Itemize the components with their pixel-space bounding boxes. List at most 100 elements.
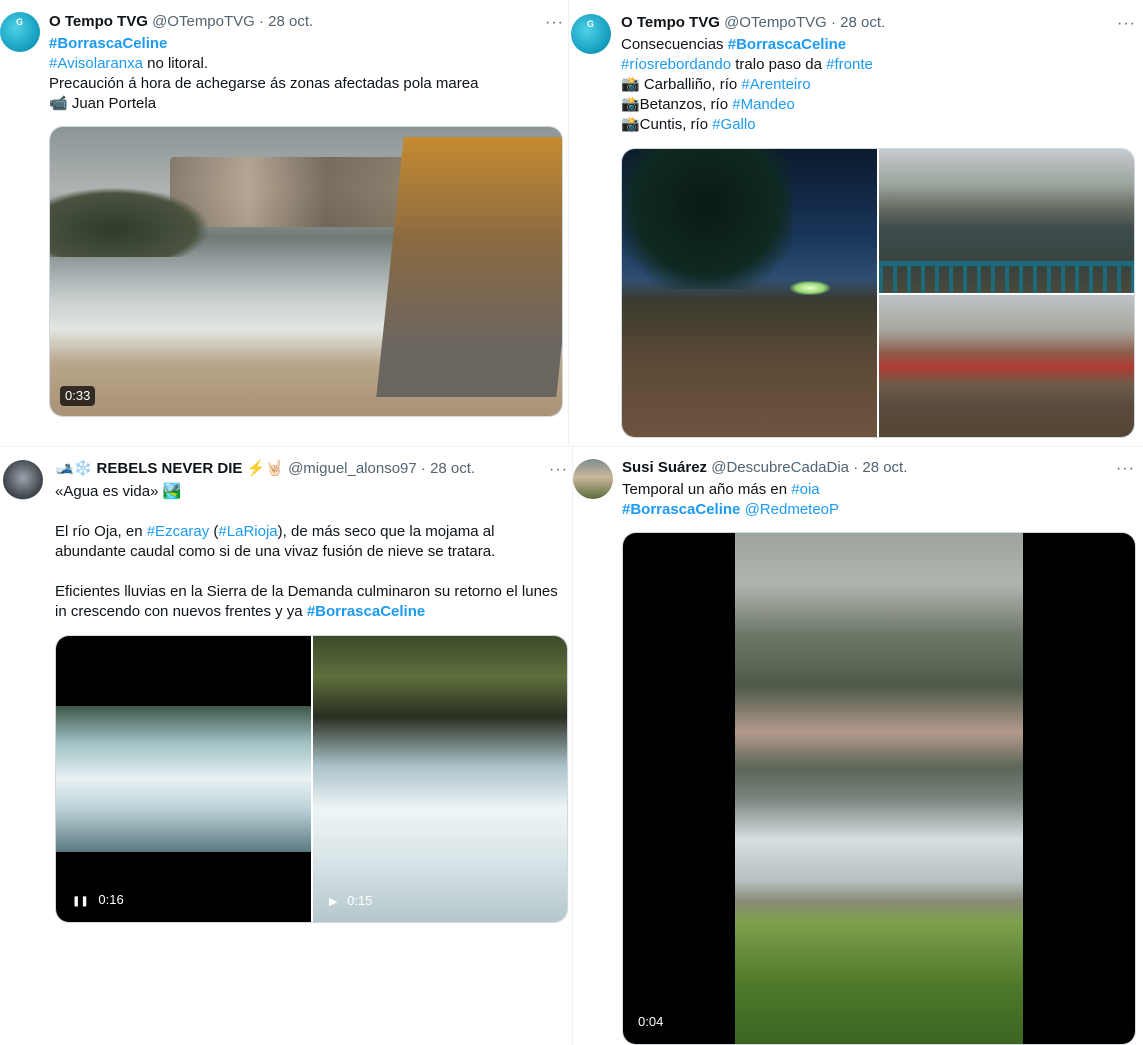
hashtag-link[interactable]: #Avisolaranxa	[49, 55, 143, 72]
tweet-3[interactable]: 🎿❄️ REBELS NEVER DIE ⚡🤘🏻 @miguel_alonso9…	[0, 446, 572, 1045]
tweet-text-line: in crescendo con nuevos frentes y ya #Bo…	[55, 602, 570, 622]
tweet-text-line: Eficientes lluvias en la Sierra de la De…	[55, 582, 570, 602]
tweet-text: #BorrascaCeline #Avisolaranxa no litoral.…	[49, 34, 559, 114]
avatar[interactable]	[3, 460, 43, 500]
text-segment: 📸 Carballiño, río	[621, 76, 742, 93]
text-segment: tralo paso da	[731, 56, 827, 73]
play-icon[interactable]: ▶	[329, 896, 337, 908]
text-segment: 📹 Juan Portela	[49, 95, 157, 112]
hashtag-link[interactable]: #LaRioja	[218, 523, 277, 540]
text-segment: Temporal un año más en	[622, 481, 792, 498]
tweet-2[interactable]: G O Tempo TVG @OTempoTVG · 28 oct. ··· C…	[568, 0, 1143, 445]
video-duration: 0:33	[60, 386, 96, 406]
tweet-text-line: 📸Cuntis, río #Gallo	[621, 115, 1131, 135]
author-handle[interactable]: @OTempoTVG	[724, 14, 827, 31]
video-player[interactable]: 0:04	[622, 532, 1136, 1045]
video-time: 0:16	[98, 892, 124, 907]
text-segment: 📸Cuntis, río	[621, 116, 713, 133]
text-segment: Eficientes lluvias en la Sierra de la De…	[55, 583, 558, 600]
tweet-header: O Tempo TVG @OTempoTVG · 28 oct.	[49, 12, 313, 32]
tweet-date[interactable]: · 28 oct.	[421, 460, 475, 477]
tweet-text: Temporal un año más en #oia #BorrascaCeli…	[622, 480, 1132, 520]
tweet-text-line: #ríosrebordando tralo paso da #fronte	[621, 55, 1131, 75]
tweet-date[interactable]: · 28 oct.	[259, 13, 313, 30]
avatar-logo-text: G	[16, 17, 24, 27]
text-segment: Consecuencias	[621, 36, 728, 53]
photo-railing	[879, 261, 1134, 293]
tweet-date[interactable]: · 28 oct.	[831, 14, 885, 31]
avatar[interactable]: G	[0, 12, 40, 52]
author-handle[interactable]: @OTempoTVG	[152, 13, 255, 30]
avatar[interactable]	[573, 459, 613, 499]
hashtag-link[interactable]: #Arenteiro	[741, 76, 810, 93]
tweet-4[interactable]: Susi Suárez @DescubreCadaDia · 28 oct. ·…	[572, 446, 1143, 1045]
author-name[interactable]: Susi Suárez	[622, 459, 707, 476]
pause-icon[interactable]: ❚❚	[72, 896, 89, 907]
hashtag-link[interactable]: #Ezcaray	[147, 523, 210, 540]
video-time: 0:15	[347, 893, 373, 908]
video-frame-coast	[735, 533, 1023, 1044]
video-frame-waterfall	[56, 636, 311, 922]
hashtag-link[interactable]: #ríosrebordando	[621, 56, 731, 73]
tweet-text-line: Precaución á hora de achegarse ás zonas …	[49, 74, 559, 94]
tweet-header: Susi Suárez @DescubreCadaDia · 28 oct.	[622, 458, 907, 478]
tweet-header: 🎿❄️ REBELS NEVER DIE ⚡🤘🏻 @miguel_alonso9…	[55, 459, 475, 479]
author-name[interactable]: O Tempo TVG	[621, 14, 720, 31]
author-handle[interactable]: @miguel_alonso97	[288, 460, 417, 477]
hashtag-link[interactable]: #BorrascaCeline	[49, 35, 167, 52]
tweet-text-line: El río Oja, en #Ezcaray (#LaRioja), de m…	[55, 522, 570, 542]
text-segment: Precaución á hora de achegarse ás zonas …	[49, 75, 479, 92]
tweet-text-line	[55, 562, 570, 582]
tweet-text: «Agua es vida» 🏞️ El río Oja, en #Ezcaray…	[55, 482, 570, 622]
photo-carballino[interactable]	[622, 149, 877, 437]
more-options-icon[interactable]: ···	[1117, 16, 1136, 32]
hashtag-link[interactable]: #BorrascaCeline	[622, 501, 740, 518]
text-segment: ), de más seco que la mojama al	[277, 523, 495, 540]
hashtag-link[interactable]: #Gallo	[712, 116, 755, 133]
hashtag-link[interactable]: #BorrascaCeline	[307, 603, 425, 620]
hashtag-link[interactable]: #fronte	[826, 56, 873, 73]
tweet-text-line: abundante caudal como si de una vivaz fu…	[55, 542, 570, 562]
video-controls: ❚❚ 0:16	[72, 892, 124, 910]
avatar[interactable]: G	[571, 14, 611, 54]
text-segment: no litoral.	[142, 55, 208, 72]
text-segment: in crescendo con nuevos frentes y ya	[55, 603, 307, 620]
hashtag-link[interactable]: #BorrascaCeline	[728, 36, 846, 53]
video-player[interactable]: 0:33	[49, 126, 563, 417]
author-name[interactable]: O Tempo TVG	[49, 13, 148, 30]
avatar-logo-text: G	[587, 19, 595, 29]
tweet-1[interactable]: G O Tempo TVG @OTempoTVG · 28 oct. ··· #…	[0, 0, 568, 440]
more-options-icon[interactable]: ···	[549, 462, 568, 478]
text-segment: El río Oja, en	[55, 523, 147, 540]
tweet-text-line: Temporal un año más en #oia	[622, 480, 1132, 500]
text-segment: 📸Betanzos, río	[621, 96, 733, 113]
more-options-icon[interactable]: ···	[545, 15, 564, 31]
author-name[interactable]: 🎿❄️ REBELS NEVER DIE ⚡🤘🏻	[55, 460, 284, 477]
hashtag-link[interactable]: #oia	[791, 481, 819, 498]
photo-betanzos[interactable]	[879, 149, 1134, 293]
tweet-header: O Tempo TVG @OTempoTVG · 28 oct.	[621, 13, 885, 33]
tweet-text-line: #BorrascaCeline	[49, 34, 559, 54]
text-segment: «Agua es vida» 🏞️	[55, 483, 182, 500]
video-frame-rocks	[50, 187, 210, 257]
video-frame-wall	[376, 137, 562, 397]
mention-link[interactable]: @RedmeteoP	[745, 501, 839, 518]
text-segment: abundante caudal como si de una vivaz fu…	[55, 543, 496, 560]
video-player-right[interactable]: ▶ 0:15	[313, 636, 567, 922]
tweet-text-line: #Avisolaranxa no litoral.	[49, 54, 559, 74]
tweet-text-line: #BorrascaCeline @RedmeteoP	[622, 500, 1132, 520]
more-options-icon[interactable]: ···	[1116, 461, 1135, 477]
photo-streetlight	[790, 281, 830, 295]
photo-cuntis[interactable]	[879, 295, 1134, 437]
photo-trees	[622, 149, 792, 289]
photo-flooded-terrace	[879, 295, 1134, 437]
hashtag-link[interactable]: #Mandeo	[732, 96, 795, 113]
author-handle[interactable]: @DescubreCadaDia	[711, 459, 849, 476]
tweet-text-line	[55, 502, 570, 522]
tweet-date[interactable]: · 28 oct.	[853, 459, 907, 476]
tweet-text: Consecuencias #BorrascaCeline #ríosrebord…	[621, 35, 1131, 135]
video-player-left[interactable]: ❚❚ 0:16	[56, 636, 311, 922]
video-duration: 0:04	[638, 1014, 664, 1029]
tweet-text-line: 📸Betanzos, río #Mandeo	[621, 95, 1131, 115]
video-frame-waterfall	[313, 636, 567, 922]
